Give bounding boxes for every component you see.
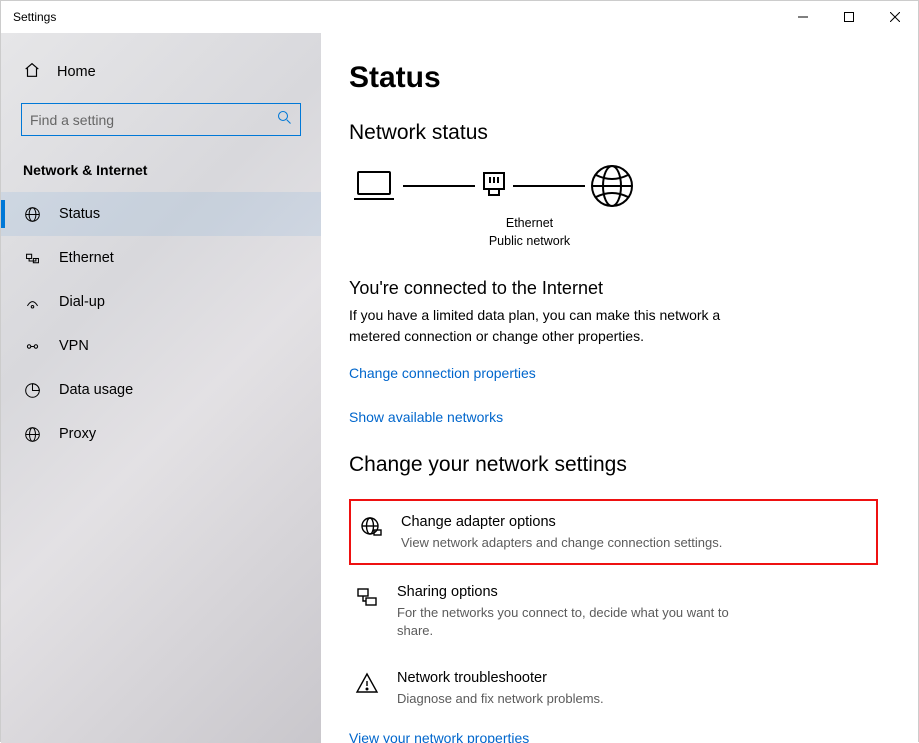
option-title: Change adapter options	[401, 513, 722, 532]
sidebar-item-label: Ethernet	[59, 250, 114, 266]
sidebar-item-vpn[interactable]: VPN	[1, 324, 321, 368]
sidebar-item-status[interactable]: Status	[1, 192, 321, 236]
home-icon	[23, 61, 41, 83]
sharing-icon	[355, 583, 379, 609]
globe-icon	[23, 205, 41, 223]
dialup-icon	[23, 293, 41, 311]
search-box[interactable]	[21, 103, 301, 136]
option-troubleshooter[interactable]: Network troubleshooter Diagnose and fix …	[349, 661, 749, 715]
diagram-line	[403, 185, 475, 187]
adapter-icon	[359, 513, 383, 539]
link-view-network-properties[interactable]: View your network properties	[349, 730, 529, 743]
sidebar-item-label: VPN	[59, 338, 89, 354]
sidebar-item-dialup[interactable]: Dial-up	[1, 280, 321, 324]
vpn-icon	[23, 337, 41, 355]
diagram-caption: Ethernet Public network	[457, 215, 602, 250]
diagram-line	[513, 185, 585, 187]
sidebar-home-label: Home	[57, 64, 96, 80]
option-desc: View network adapters and change connect…	[401, 534, 722, 552]
option-desc: Diagnose and fix network problems.	[397, 690, 604, 708]
title-bar: Settings	[1, 1, 918, 33]
maximize-button[interactable]	[826, 1, 872, 33]
proxy-icon	[23, 425, 41, 443]
search-input[interactable]	[30, 112, 277, 128]
sidebar-item-label: Status	[59, 206, 100, 222]
minimize-button[interactable]	[780, 1, 826, 33]
diagram-sublabel: Public network	[457, 233, 602, 251]
sidebar-item-proxy[interactable]: Proxy	[1, 412, 321, 456]
option-title: Network troubleshooter	[397, 669, 604, 688]
link-show-available-networks[interactable]: Show available networks	[349, 409, 503, 425]
sidebar-item-label: Dial-up	[59, 294, 105, 310]
internet-globe-icon	[589, 163, 635, 209]
option-desc: For the networks you connect to, decide …	[397, 604, 743, 639]
highlight-box: Change adapter options View network adap…	[349, 499, 878, 565]
connection-status-body: If you have a limited data plan, you can…	[349, 305, 769, 347]
sidebar-item-ethernet[interactable]: Ethernet	[1, 236, 321, 280]
section-network-status: Network status	[349, 121, 878, 145]
section-change-settings: Change your network settings	[349, 453, 878, 477]
option-change-adapter[interactable]: Change adapter options View network adap…	[353, 505, 753, 559]
laptop-icon	[349, 166, 399, 206]
ethernet-icon	[23, 249, 41, 267]
link-change-connection-properties[interactable]: Change connection properties	[349, 365, 536, 381]
option-title: Sharing options	[397, 583, 743, 602]
network-diagram	[349, 163, 878, 209]
window-title: Settings	[13, 10, 56, 24]
sidebar-item-label: Data usage	[59, 382, 133, 398]
sidebar: Home Network & Internet Status Ethernet	[1, 33, 321, 743]
sidebar-item-label: Proxy	[59, 426, 96, 442]
sidebar-section-title: Network & Internet	[1, 154, 321, 192]
connection-status-heading: You're connected to the Internet	[349, 278, 878, 299]
content-panel: Status Network status Ethernet Public ne…	[321, 33, 918, 743]
search-icon	[277, 110, 292, 130]
warning-icon	[355, 669, 379, 695]
data-usage-icon	[23, 381, 41, 399]
option-sharing[interactable]: Sharing options For the networks you con…	[349, 575, 749, 647]
page-title: Status	[349, 61, 878, 95]
ethernet-device-icon	[479, 169, 509, 203]
diagram-label: Ethernet	[457, 215, 602, 233]
sidebar-item-data-usage[interactable]: Data usage	[1, 368, 321, 412]
close-button[interactable]	[872, 1, 918, 33]
sidebar-home[interactable]: Home	[1, 53, 321, 91]
